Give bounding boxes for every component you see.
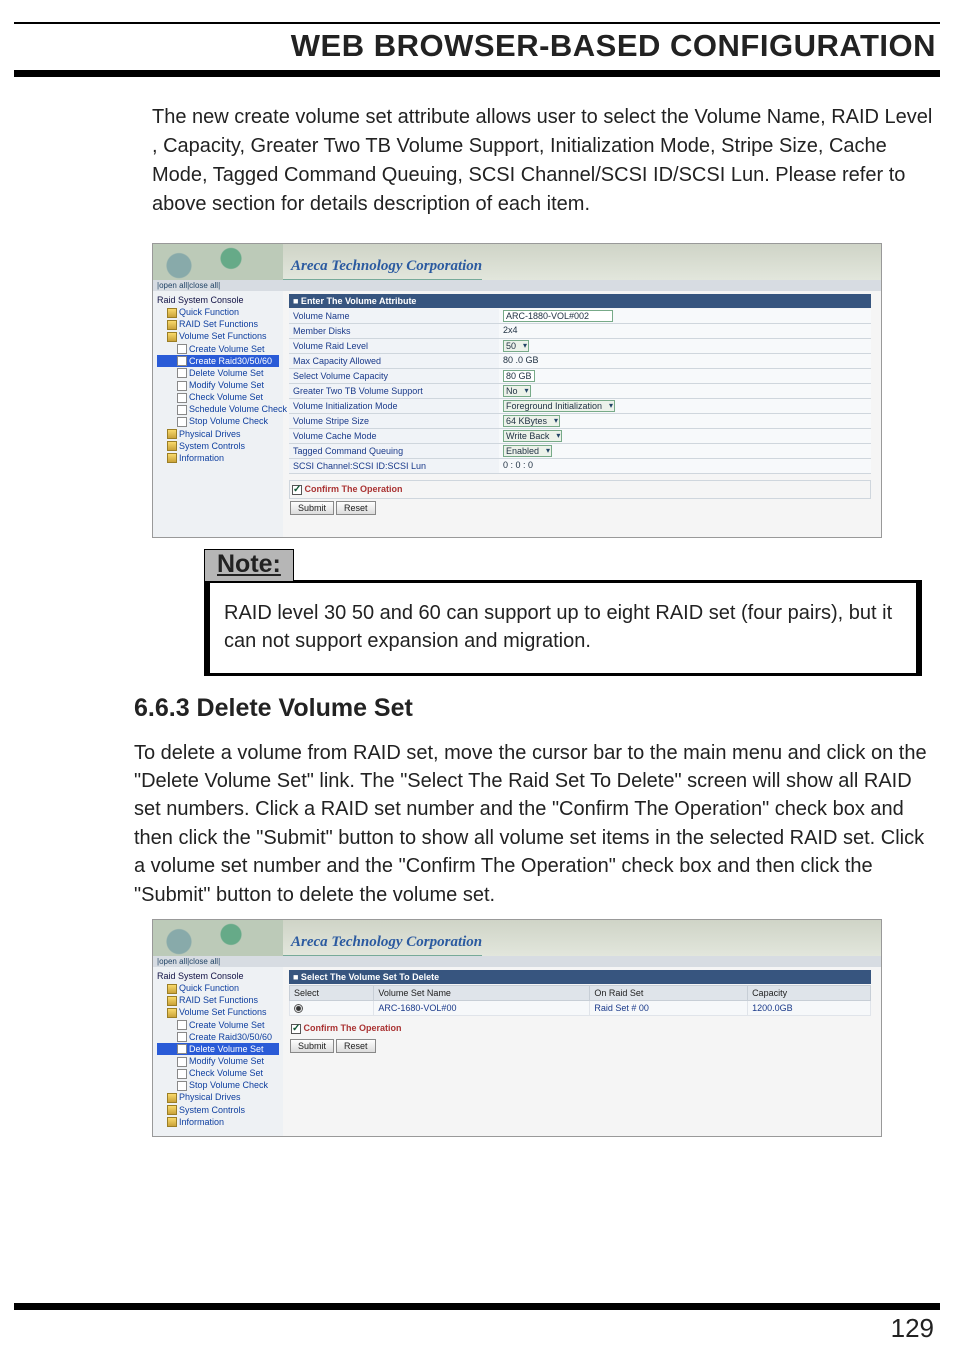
- lbl-volume-name: Volume Name: [289, 309, 499, 323]
- lbl-stripe-size: Volume Stripe Size: [289, 414, 499, 428]
- confirm-label-2: Confirm The Operation: [304, 1023, 402, 1033]
- intro-paragraph: The new create volume set attribute allo…: [14, 87, 940, 229]
- tree2-modify-volume-set[interactable]: Modify Volume Set: [157, 1055, 279, 1067]
- tree-information[interactable]: Information: [157, 452, 279, 464]
- lbl-raid-level: Volume Raid Level: [289, 339, 499, 353]
- val-max-capacity: 80 .0 GB: [499, 354, 871, 368]
- tree-create-volume-set[interactable]: Create Volume Set: [157, 343, 279, 355]
- select-gt2tb[interactable]: No: [503, 385, 531, 397]
- section-paragraph: To delete a volume from RAID set, move t…: [14, 731, 940, 913]
- tree2-volume-set-functions[interactable]: Volume Set Functions: [157, 1006, 279, 1018]
- td-capacity: 1200.0GB: [748, 1000, 871, 1015]
- page-number: 129: [891, 1313, 934, 1344]
- select-init-mode[interactable]: Foreground Initialization: [503, 400, 615, 412]
- submit-button[interactable]: Submit: [290, 501, 334, 515]
- lbl-max-capacity: Max Capacity Allowed: [289, 354, 499, 368]
- table-row[interactable]: ARC-1680-VOL#00 Raid Set # 00 1200.0GB: [290, 1000, 871, 1015]
- screenshot-create-volume: Areca Technology Corporation |open all|c…: [152, 243, 882, 538]
- note-heading: Note:: [217, 550, 281, 578]
- tree-physical-drives[interactable]: Physical Drives: [157, 428, 279, 440]
- th-raidset: On Raid Set: [590, 985, 748, 1000]
- submit-button-2[interactable]: Submit: [290, 1039, 334, 1053]
- panel-header: ■ Enter The Volume Attribute: [289, 294, 871, 308]
- rule-thin: [14, 22, 940, 24]
- tree-delete-volume-set[interactable]: Delete Volume Set: [157, 367, 279, 379]
- lbl-member-disks: Member Disks: [289, 324, 499, 338]
- tree-modify-volume-set[interactable]: Modify Volume Set: [157, 379, 279, 391]
- tree-create-raid305060[interactable]: Create Raid30/50/60: [157, 355, 279, 367]
- th-capacity: Capacity: [748, 985, 871, 1000]
- page-title: WEB BROWSER-BASED CONFIGURATION: [14, 26, 940, 70]
- tree2-quick-function[interactable]: Quick Function: [157, 982, 279, 994]
- note-box: Note: RAID level 30 50 and 60 can suppor…: [204, 548, 922, 676]
- nav-tree-2[interactable]: Raid System Console Quick Function RAID …: [153, 967, 283, 1136]
- section-heading: 6.6.3 Delete Volume Set: [14, 676, 940, 731]
- tree2-create-volume-set[interactable]: Create Volume Set: [157, 1019, 279, 1031]
- areca-logo: [153, 244, 283, 280]
- select-raid-level[interactable]: 50: [503, 340, 529, 352]
- th-select: Select: [290, 985, 374, 1000]
- tree-system-controls[interactable]: System Controls: [157, 440, 279, 452]
- input-volume-name[interactable]: ARC-1880-VOL#002: [503, 310, 613, 322]
- lbl-init-mode: Volume Initialization Mode: [289, 399, 499, 413]
- reset-button-2[interactable]: Reset: [336, 1039, 376, 1053]
- tree-root[interactable]: Raid System Console: [157, 294, 279, 306]
- checkbox-confirm[interactable]: [292, 485, 302, 495]
- tree-root-2[interactable]: Raid System Console: [157, 970, 279, 982]
- volume-table: Select Volume Set Name On Raid Set Capac…: [289, 985, 871, 1016]
- corp-title-2: Areca Technology Corporation: [283, 934, 482, 956]
- tree2-system-controls[interactable]: System Controls: [157, 1104, 279, 1116]
- checkbox-confirm-2[interactable]: [291, 1024, 301, 1034]
- tree-toolbar-2[interactable]: |open all|close all|: [153, 956, 881, 967]
- td-volname: ARC-1680-VOL#00: [374, 1000, 590, 1015]
- th-volname: Volume Set Name: [374, 985, 590, 1000]
- td-raidset: Raid Set # 00: [590, 1000, 748, 1015]
- tree2-stop-volume-check[interactable]: Stop Volume Check: [157, 1079, 279, 1091]
- tree2-information[interactable]: Information: [157, 1116, 279, 1128]
- tree-stop-volume-check[interactable]: Stop Volume Check: [157, 415, 279, 427]
- tree2-raid-set-functions[interactable]: RAID Set Functions: [157, 994, 279, 1006]
- tree2-check-volume-set[interactable]: Check Volume Set: [157, 1067, 279, 1079]
- confirm-label: Confirm The Operation: [305, 484, 403, 494]
- select-stripe-size[interactable]: 64 KBytes: [503, 415, 560, 427]
- tree2-physical-drives[interactable]: Physical Drives: [157, 1091, 279, 1103]
- lbl-gt2tb: Greater Two TB Volume Support: [289, 384, 499, 398]
- tree-raid-set-functions[interactable]: RAID Set Functions: [157, 318, 279, 330]
- tree-quick-function[interactable]: Quick Function: [157, 306, 279, 318]
- select-tcq[interactable]: Enabled: [503, 445, 552, 457]
- lbl-select-capacity: Select Volume Capacity: [289, 369, 499, 383]
- lbl-scsi: SCSI Channel:SCSI ID:SCSI Lun: [289, 459, 499, 473]
- reset-button[interactable]: Reset: [336, 501, 376, 515]
- lbl-cache-mode: Volume Cache Mode: [289, 429, 499, 443]
- lbl-tcq: Tagged Command Queuing: [289, 444, 499, 458]
- val-scsi[interactable]: 0 : 0 : 0: [499, 459, 871, 473]
- select-cache-mode[interactable]: Write Back: [503, 430, 562, 442]
- tree-check-volume-set[interactable]: Check Volume Set: [157, 391, 279, 403]
- tree-schedule-volume-check[interactable]: Schedule Volume Check: [157, 403, 279, 415]
- tree-volume-set-functions[interactable]: Volume Set Functions: [157, 330, 279, 342]
- tree2-delete-volume-set[interactable]: Delete Volume Set: [157, 1043, 279, 1055]
- panel-header-2: ■ Select The Volume Set To Delete: [289, 970, 871, 984]
- tree2-create-raid305060[interactable]: Create Raid30/50/60: [157, 1031, 279, 1043]
- areca-logo-2: [153, 920, 283, 956]
- footer-rule: [14, 1303, 940, 1310]
- input-select-capacity[interactable]: 80 GB: [503, 370, 535, 382]
- screenshot-delete-volume: Areca Technology Corporation |open all|c…: [152, 919, 882, 1137]
- val-member-disks: 2x4: [499, 324, 871, 338]
- note-body: RAID level 30 50 and 60 can support up t…: [204, 580, 922, 676]
- radio-select-row[interactable]: [294, 1004, 303, 1013]
- nav-tree[interactable]: Raid System Console Quick Function RAID …: [153, 291, 283, 537]
- tree-toolbar[interactable]: |open all|close all|: [153, 280, 881, 291]
- corp-title: Areca Technology Corporation: [283, 258, 482, 280]
- rule-thick: [14, 70, 940, 77]
